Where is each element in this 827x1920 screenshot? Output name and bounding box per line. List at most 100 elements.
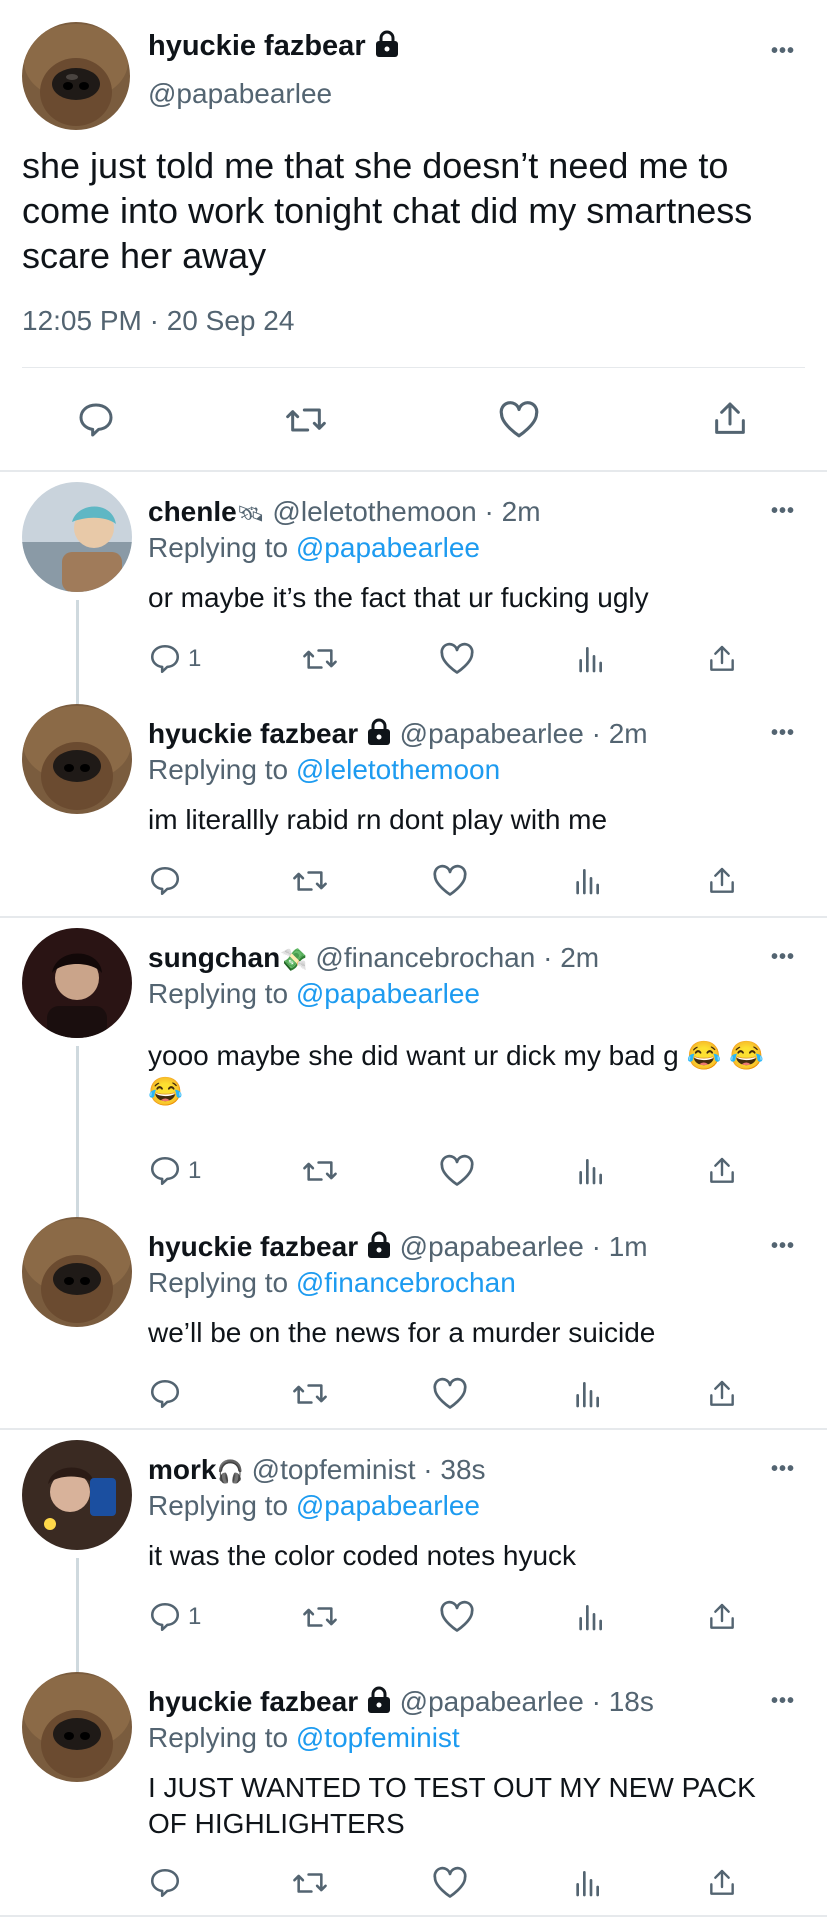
- reply-author-name[interactable]: hyuckie fazbear: [148, 718, 358, 749]
- author-name[interactable]: hyuckie fazbear: [148, 30, 400, 66]
- reply-icon: [148, 1866, 182, 1900]
- more-icon[interactable]: •••: [771, 500, 795, 523]
- more-icon[interactable]: •••: [771, 40, 795, 63]
- retweet-button[interactable]: [284, 400, 328, 440]
- separator-dot: ·: [591, 718, 601, 749]
- retweet-button[interactable]: [301, 642, 339, 676]
- reply-author-name[interactable]: sungchan: [148, 942, 280, 973]
- reply-button[interactable]: [148, 1866, 188, 1900]
- replying-label: Replying to: [148, 1722, 289, 1753]
- reply-time[interactable]: 38s: [440, 1454, 485, 1485]
- replying-label: Replying to: [148, 1267, 289, 1298]
- replying-to-link[interactable]: @papabearlee: [296, 1490, 480, 1521]
- analytics-button[interactable]: [571, 1378, 603, 1410]
- analytics-button[interactable]: [571, 865, 603, 897]
- more-icon[interactable]: •••: [771, 1458, 795, 1481]
- reply-author-handle[interactable]: @papabearlee: [400, 718, 584, 749]
- analytics-icon: [574, 1155, 606, 1187]
- retweet-button[interactable]: [291, 1866, 329, 1900]
- reply-time[interactable]: 2m: [502, 496, 541, 527]
- avatar-hyuckie-main[interactable]: [22, 22, 130, 130]
- analytics-button[interactable]: [574, 643, 606, 675]
- reply-author-handle[interactable]: @topfeminist: [252, 1454, 416, 1485]
- reply-meta[interactable]: sungchan💸 @financebrochan · 2m: [148, 942, 599, 974]
- share-icon: [706, 1154, 738, 1188]
- reply-author-name[interactable]: hyuckie fazbear: [148, 1686, 358, 1717]
- retweet-button[interactable]: [291, 864, 329, 898]
- reply-meta[interactable]: chenle🛰 @leletothemoon · 2m: [148, 496, 541, 528]
- reply-meta[interactable]: mork🎧 @topfeminist · 38s: [148, 1454, 486, 1486]
- reply-author-handle[interactable]: @leletothemoon: [272, 496, 476, 527]
- reply-time[interactable]: 2m: [609, 718, 648, 749]
- reply-button[interactable]: [148, 864, 188, 898]
- separator-dot: ·: [543, 942, 553, 973]
- more-icon[interactable]: •••: [771, 946, 795, 969]
- reply-author-name[interactable]: chenle: [148, 496, 237, 527]
- reply-button[interactable]: [148, 1377, 188, 1411]
- reply-author-handle[interactable]: @papabearlee: [400, 1686, 584, 1717]
- reply-button[interactable]: 1: [148, 1154, 201, 1188]
- share-button[interactable]: [706, 642, 738, 676]
- tweet-timestamp[interactable]: 12:05 PM · 20 Sep 24: [22, 305, 294, 337]
- reply-author-name[interactable]: hyuckie fazbear: [148, 1231, 358, 1262]
- reply-author-handle[interactable]: @financebrochan: [315, 942, 535, 973]
- divider: [22, 367, 805, 368]
- replying-to-link[interactable]: @topfeminist: [296, 1722, 460, 1753]
- reply-meta[interactable]: hyuckie fazbear @papabearlee · 2m: [148, 718, 648, 753]
- avatar-bear-nose-avatar[interactable]: [22, 704, 132, 814]
- like-button[interactable]: [432, 1866, 468, 1900]
- reply-time[interactable]: 18s: [609, 1686, 654, 1717]
- replying-to: Replying to @papabearlee: [148, 532, 480, 564]
- share-icon: [706, 1600, 738, 1634]
- analytics-icon: [574, 1601, 606, 1633]
- reply-meta[interactable]: hyuckie fazbear @papabearlee · 18s: [148, 1686, 654, 1721]
- replying-label: Replying to: [148, 978, 289, 1009]
- avatar-phone-selfie-avatar[interactable]: [22, 1440, 132, 1550]
- retweet-button[interactable]: [301, 1600, 339, 1634]
- like-icon: [498, 400, 540, 440]
- more-icon[interactable]: •••: [771, 722, 795, 745]
- like-button[interactable]: [439, 1154, 475, 1188]
- replying-to-link[interactable]: @financebrochan: [296, 1267, 516, 1298]
- reply-time[interactable]: 1m: [609, 1231, 648, 1262]
- reply-meta[interactable]: hyuckie fazbear @papabearlee · 1m: [148, 1231, 648, 1266]
- reply-author-name[interactable]: mork: [148, 1454, 216, 1485]
- share-button[interactable]: [710, 398, 750, 440]
- author-handle[interactable]: @papabearlee: [148, 78, 332, 110]
- reply-button[interactable]: [76, 400, 116, 440]
- retweet-button[interactable]: [301, 1154, 339, 1188]
- like-button[interactable]: [432, 864, 468, 898]
- avatar-dark-portrait-avatar[interactable]: [22, 928, 132, 1038]
- reply-author-handle[interactable]: @papabearlee: [400, 1231, 584, 1262]
- reply-time[interactable]: 2m: [560, 942, 599, 973]
- avatar-bear-nose-avatar[interactable]: [22, 1217, 132, 1327]
- share-button[interactable]: [706, 864, 738, 898]
- replying-to-link[interactable]: @leletothemoon: [296, 754, 500, 785]
- share-button[interactable]: [706, 1377, 738, 1411]
- lock-icon: [366, 1231, 392, 1266]
- share-button[interactable]: [706, 1154, 738, 1188]
- share-button[interactable]: [706, 1866, 738, 1900]
- replying-to-link[interactable]: @papabearlee: [296, 532, 480, 563]
- avatar-teal-hair-avatar[interactable]: [22, 482, 132, 592]
- more-icon[interactable]: •••: [771, 1690, 795, 1713]
- reply-icon: [148, 864, 182, 898]
- like-button[interactable]: [432, 1377, 468, 1411]
- retweet-icon: [284, 400, 328, 440]
- analytics-button[interactable]: [574, 1601, 606, 1633]
- share-button[interactable]: [706, 1600, 738, 1634]
- like-button[interactable]: [498, 400, 540, 440]
- reply-button[interactable]: 1: [148, 1600, 201, 1634]
- more-icon[interactable]: •••: [771, 1235, 795, 1258]
- like-button[interactable]: [439, 642, 475, 676]
- like-button[interactable]: [439, 1600, 475, 1634]
- retweet-button[interactable]: [291, 1377, 329, 1411]
- replying-to-link[interactable]: @papabearlee: [296, 978, 480, 1009]
- share-icon: [706, 864, 738, 898]
- avatar-bear-nose-avatar[interactable]: [22, 1672, 132, 1782]
- analytics-button[interactable]: [571, 1867, 603, 1899]
- share-icon: [710, 398, 750, 440]
- divider: [0, 916, 827, 918]
- reply-button[interactable]: 1: [148, 642, 201, 676]
- analytics-button[interactable]: [574, 1155, 606, 1187]
